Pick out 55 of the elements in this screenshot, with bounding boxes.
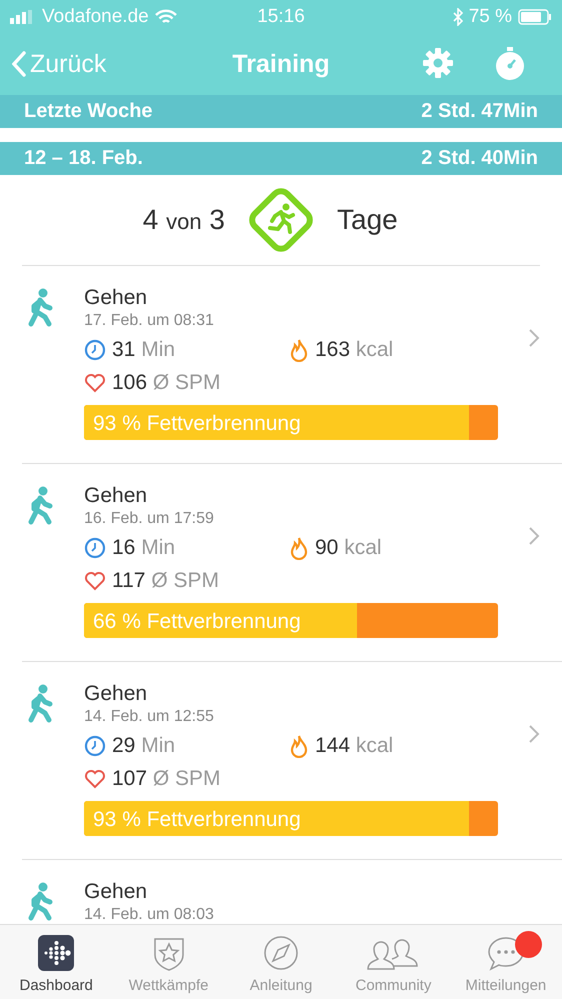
battery-icon	[518, 8, 552, 24]
heart-icon	[84, 373, 106, 393]
fat-burn-label: 93 % Fettverbrennung	[93, 412, 301, 436]
carrier-name: Vodafone.de	[42, 6, 149, 28]
goal-count: 4 von 3	[142, 204, 225, 236]
duration-value: 31 Min	[112, 338, 176, 362]
activity-date: 17. Feb. um 08:31	[84, 312, 215, 330]
fat-burn-label: 93 % Fettverbrennung	[93, 808, 301, 832]
heart-rate-value: 107 Ø SPM	[112, 767, 221, 791]
flame-icon	[289, 536, 309, 560]
heart-icon	[84, 571, 106, 591]
battery-percent: 75 %	[468, 6, 512, 28]
heart-rate-value: 106 Ø SPM	[112, 371, 221, 395]
activity-row[interactable]: Gehen 16. Feb. um 17:59 16 Min 90 kcal 117 Ø SPM 66 % Fettverbrennung	[22, 464, 562, 662]
activity-date: 14. Feb. um 08:03	[84, 906, 215, 924]
fitbit-logo-icon[interactable]	[38, 935, 74, 971]
period-total: 2 Std. 47Min	[421, 100, 538, 123]
clock-icon	[84, 339, 106, 361]
calories-value: 144 kcal	[315, 734, 394, 758]
activity-name: Gehen	[84, 286, 148, 310]
chevron-right-icon	[528, 328, 540, 348]
goal-unit: Tage	[337, 204, 399, 236]
period-label: 12 – 18. Feb.	[24, 147, 143, 170]
activity-name: Gehen	[84, 682, 148, 706]
calories-value: 163 kcal	[315, 338, 394, 362]
tab[interactable]: Dashboard	[0, 925, 112, 999]
settings-icon[interactable]	[422, 47, 454, 79]
activity-date: 14. Feb. um 12:55	[84, 708, 215, 726]
period-label: Letzte Woche	[24, 100, 153, 123]
duration-value: 29 Min	[112, 734, 176, 758]
chat-bubble-icon[interactable]	[486, 935, 525, 971]
heart-icon	[84, 769, 106, 789]
activity-date: 16. Feb. um 17:59	[84, 510, 215, 528]
activity-row[interactable]: Gehen 14. Feb. um 12:55 29 Min 144 kcal 107 Ø SPM 93 % Fettverbrennung	[22, 662, 562, 860]
flame-icon	[289, 338, 309, 362]
wifi-icon	[154, 8, 177, 24]
screen-title: Training	[232, 50, 330, 78]
flame-icon	[289, 734, 309, 758]
fat-burn-label: 66 % Fettverbrennung	[93, 610, 301, 634]
calories-value: 90 kcal	[315, 536, 382, 560]
heart-rate-value: 117 Ø SPM	[112, 569, 220, 593]
activity-row[interactable]: Gehen 17. Feb. um 08:31 31 Min 163 kcal 106 Ø SPM 93 % Fettverbrennung	[22, 266, 562, 464]
clock: 15:16	[257, 6, 305, 26]
duration-value: 16 Min	[112, 536, 176, 560]
stopwatch-icon[interactable]	[494, 47, 526, 81]
activity-name: Gehen	[84, 484, 148, 508]
bluetooth-icon	[452, 8, 463, 26]
chevron-right-icon	[528, 724, 540, 744]
period-total: 2 Std. 40Min	[421, 147, 538, 170]
chevron-right-icon	[528, 526, 540, 546]
clock-icon	[84, 735, 106, 757]
compass-icon[interactable]	[263, 935, 300, 971]
chevron-left-icon	[12, 51, 26, 77]
activity-name: Gehen	[84, 880, 148, 904]
clock-icon	[84, 537, 106, 559]
